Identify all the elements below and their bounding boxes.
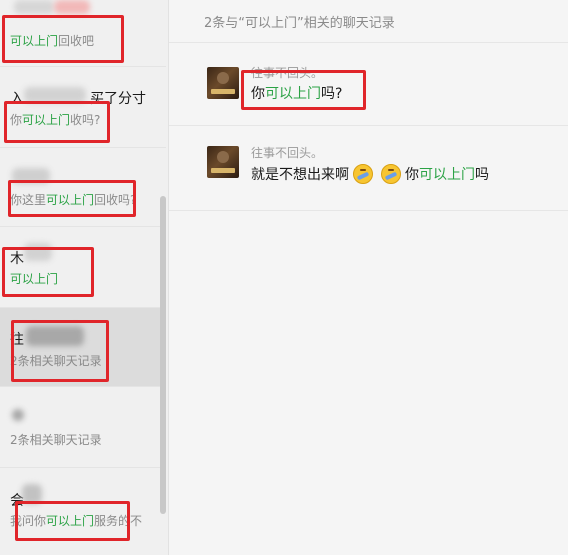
sender-avatar	[207, 146, 239, 178]
list-item-snippet: 我问你可以上门服务的不	[10, 514, 143, 528]
blurred-name	[22, 484, 42, 504]
list-item-name: 木	[10, 251, 24, 267]
blurred-name	[26, 326, 84, 346]
results-count-title: 2条与“可以上门”相关的聊天记录	[204, 16, 395, 31]
list-item-active[interactable]: 往 2条相关聊天记录	[0, 308, 166, 387]
chat-record-item[interactable]: 往事不回头。 你可以上门 吗?	[169, 43, 568, 126]
list-item-snippet: 可以上门	[10, 272, 59, 286]
sender-name: 往事不回头。	[251, 66, 324, 80]
app-window: 可以上门回收吧 入买了分寸 你可以上门收吗? 你这里可以上门回收吗? 木 可以上…	[0, 0, 568, 555]
chat-record-item[interactable]: 往事不回头。 就是不想出来啊 你可以上门吗	[169, 126, 568, 211]
list-item-snippet: 你可以上门收吗?	[10, 113, 101, 127]
list-item[interactable]: 可以上门回收吧	[0, 0, 166, 67]
blurred-name	[12, 168, 50, 184]
list-item[interactable]: 木 可以上门	[0, 227, 166, 308]
blurred-name	[54, 0, 90, 14]
chat-record-panel: 2条与“可以上门”相关的聊天记录 往事不回头。 你可以上门 吗? 往事不回头。 就…	[169, 0, 568, 555]
list-item-snippet: 可以上门回收吧	[10, 34, 95, 48]
list-item-snippet: 2条相关聊天记录	[10, 433, 102, 447]
facepalm-emoji-icon	[353, 164, 373, 184]
blurred-name	[24, 243, 52, 261]
list-item-snippet: 你这里可以上门回收吗?	[10, 193, 137, 207]
list-item[interactable]: 会 我问你可以上门服务的不	[0, 468, 166, 555]
list-scrollbar[interactable]	[160, 196, 166, 514]
results-header: 2条与“可以上门”相关的聊天记录	[169, 0, 568, 43]
message-text: 就是不想出来啊 你可以上门吗	[251, 164, 489, 184]
list-item[interactable]: 2条相关聊天记录	[0, 387, 166, 468]
blurred-name	[12, 409, 24, 421]
sender-name: 往事不回头。	[251, 146, 324, 160]
list-item[interactable]: 你这里可以上门回收吗?	[0, 148, 166, 227]
blurred-name	[14, 0, 54, 14]
list-item-snippet: 2条相关聊天记录	[10, 354, 102, 368]
search-result-list: 可以上门回收吧 入买了分寸 你可以上门收吗? 你这里可以上门回收吗? 木 可以上…	[0, 0, 169, 555]
sender-avatar	[207, 67, 239, 99]
blurred-name	[24, 87, 86, 103]
list-item[interactable]: 入买了分寸 你可以上门收吗?	[0, 67, 166, 148]
list-item-name: 往	[10, 332, 24, 348]
message-text: 你可以上门 吗?	[251, 86, 343, 102]
facepalm-emoji-icon	[381, 164, 401, 184]
